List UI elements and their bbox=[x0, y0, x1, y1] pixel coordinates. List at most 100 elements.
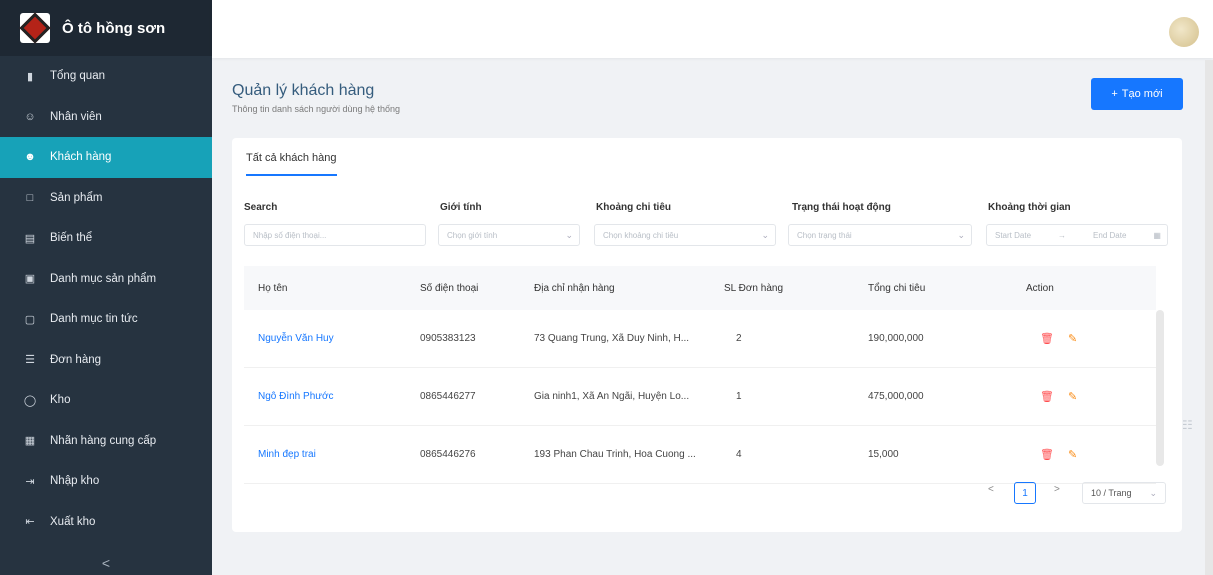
collapse-sidebar-button[interactable]: < bbox=[0, 555, 212, 571]
action-cell: 🗑 ✎ bbox=[1040, 448, 1077, 461]
sidebar-item-nhan-vien[interactable]: ☺ Nhân viên bbox=[0, 97, 212, 138]
time-label: Khoảng thời gian bbox=[988, 202, 1071, 213]
edit-icon[interactable]: ✎ bbox=[1068, 333, 1077, 345]
spend-select[interactable]: Chọn khoảng chi tiêu ⌄ bbox=[594, 224, 776, 246]
delete-icon[interactable]: 🗑 bbox=[1040, 333, 1054, 345]
orders-cell: 1 bbox=[736, 391, 742, 402]
sidebar: Ô tô hồng sơn ▮ Tổng quan ☺ Nhân viên ☻ … bbox=[0, 0, 212, 575]
page-size-value: 10 / Trang bbox=[1091, 488, 1132, 498]
edit-icon[interactable]: ✎ bbox=[1068, 449, 1077, 461]
sidebar-item-label: Danh mục sản phẩm bbox=[50, 272, 157, 285]
customer-name-link[interactable]: Ngô Đình Phước bbox=[258, 391, 334, 402]
chevron-down-icon: ⌄ bbox=[565, 229, 573, 240]
sidebar-item-danh-muc-tin-tuc[interactable]: ▢ Danh mục tin tức bbox=[0, 299, 212, 340]
brand-logo bbox=[19, 12, 51, 44]
sidebar-item-label: Danh mục tin tức bbox=[50, 313, 138, 326]
column-header: Tổng chi tiêu bbox=[868, 282, 926, 294]
action-cell: 🗑 ✎ bbox=[1040, 390, 1077, 403]
phone-cell: 0905383123 bbox=[420, 333, 476, 344]
page-scrollbar[interactable] bbox=[1205, 60, 1213, 575]
list-icon: ☰ bbox=[25, 354, 35, 367]
sidebar-item-label: Nhập kho bbox=[50, 475, 100, 488]
sidebar-item-xuat-kho[interactable]: ⇤ Xuất kho bbox=[0, 502, 212, 543]
sidebar-item-san-pham[interactable]: □ Sản phẩm bbox=[0, 178, 212, 219]
sidebar-item-label: Nhân viên bbox=[50, 110, 102, 123]
gender-select[interactable]: Chọn giới tính ⌄ bbox=[438, 224, 580, 246]
search-label: Search bbox=[244, 202, 278, 213]
tag-icon: ▦ bbox=[24, 435, 36, 448]
user-icon: ☺ bbox=[24, 110, 36, 123]
date-range-picker[interactable]: Start Date → End Date ▦ bbox=[986, 224, 1168, 246]
bar-chart-icon: ▮ bbox=[26, 70, 34, 83]
status-select[interactable]: Chọn trạng thái ⌄ bbox=[788, 224, 972, 246]
delete-icon[interactable]: 🗑 bbox=[1040, 391, 1054, 403]
sidebar-item-don-hang[interactable]: ☰ Đơn hàng bbox=[0, 340, 212, 381]
page-subtitle: Thông tin danh sách người dùng hệ thống bbox=[232, 104, 401, 114]
plus-icon: + bbox=[1111, 88, 1118, 100]
phone-cell: 0865446277 bbox=[420, 391, 476, 402]
create-button-label: Tạo mới bbox=[1121, 88, 1163, 100]
sidebar-item-danh-muc-san-pham[interactable]: ▣ Danh mục sản phẩm bbox=[0, 259, 212, 300]
end-date-placeholder: End Date bbox=[1093, 230, 1127, 240]
warehouse-icon: ◯ bbox=[23, 394, 37, 407]
edit-icon[interactable]: ✎ bbox=[1068, 391, 1077, 403]
brand-name: Ô tô hồng sơn bbox=[62, 19, 166, 37]
page-number-button[interactable]: 1 bbox=[1014, 482, 1036, 504]
customer-name-link[interactable]: Minh đẹp trai bbox=[258, 449, 316, 460]
prev-page-button[interactable]: < bbox=[988, 484, 994, 495]
page-size-select[interactable]: 10 / Trang ⌄ bbox=[1082, 482, 1166, 504]
status-placeholder: Chọn trạng thái bbox=[797, 230, 852, 240]
table-row: Nguyễn Văn Huy 0905383123 73 Quang Trung… bbox=[244, 310, 1156, 368]
folder-icon: ▣ bbox=[24, 273, 36, 286]
news-icon: ▢ bbox=[24, 313, 36, 326]
sidebar-item-label: Khách hàng bbox=[50, 151, 112, 164]
chevron-down-icon: ⌄ bbox=[1149, 487, 1157, 498]
sidebar-item-kho[interactable]: ◯ Kho bbox=[0, 380, 212, 421]
chevron-down-icon: ⌄ bbox=[761, 229, 769, 240]
tab-all-customers[interactable]: Tất cả khách hàng bbox=[246, 152, 337, 176]
sidebar-item-label: Đơn hàng bbox=[50, 353, 102, 366]
start-date-placeholder: Start Date bbox=[995, 230, 1032, 240]
action-cell: 🗑 ✎ bbox=[1040, 332, 1077, 345]
orders-cell: 4 bbox=[736, 449, 742, 460]
search-placeholder: Nhập số điện thoại... bbox=[253, 230, 327, 240]
next-page-button[interactable]: > bbox=[1054, 484, 1060, 495]
customer-card: Tất cả khách hàng Search Nhập số điện th… bbox=[232, 138, 1193, 532]
status-label: Trạng thái hoạt động bbox=[792, 202, 891, 213]
box-icon: □ bbox=[26, 191, 34, 204]
arrow-right-icon: → bbox=[1058, 230, 1067, 240]
column-settings-icon[interactable]: ☷ bbox=[1182, 418, 1196, 432]
import-icon: ⇥ bbox=[25, 475, 35, 488]
phone-cell: 0865446276 bbox=[420, 449, 476, 460]
sidebar-item-khach-hang[interactable]: ☻ Khách hàng bbox=[0, 137, 212, 178]
sidebar-item-tong-quan[interactable]: ▮ Tổng quan bbox=[0, 56, 212, 97]
create-button[interactable]: + Tạo mới bbox=[1091, 78, 1183, 110]
layers-icon: ▤ bbox=[24, 232, 36, 245]
chevron-down-icon: ⌄ bbox=[957, 229, 965, 240]
spend-label: Khoảng chi tiêu bbox=[596, 202, 671, 213]
table-scrollbar[interactable] bbox=[1156, 310, 1164, 466]
total-cell: 190,000,000 bbox=[868, 333, 924, 344]
brand[interactable]: Ô tô hồng sơn bbox=[0, 0, 212, 56]
customer-name-link[interactable]: Nguyễn Văn Huy bbox=[258, 333, 334, 344]
sidebar-item-label: Nhãn hàng cung cấp bbox=[50, 434, 157, 447]
avatar[interactable] bbox=[1169, 17, 1199, 47]
sidebar-item-label: Biến thể bbox=[50, 232, 93, 245]
column-header: Số điện thoại bbox=[420, 282, 479, 294]
table-row: Minh đẹp trai 0865446276 193 Phan Chau T… bbox=[244, 426, 1156, 484]
table-header: Họ tên Số điện thoại Địa chỉ nhận hàng S… bbox=[244, 266, 1156, 310]
calendar-icon: ▦ bbox=[1153, 230, 1161, 240]
sidebar-menu: ▮ Tổng quan ☺ Nhân viên ☻ Khách hàng □ S… bbox=[0, 56, 212, 542]
address-cell: 193 Phan Chau Trinh, Hoa Cuong ... bbox=[534, 449, 696, 460]
search-input[interactable]: Nhập số điện thoại... bbox=[244, 224, 426, 246]
delete-icon[interactable]: 🗑 bbox=[1040, 449, 1054, 461]
gender-placeholder: Chọn giới tính bbox=[447, 230, 498, 240]
sidebar-item-bien-the[interactable]: ▤ Biến thể bbox=[0, 218, 212, 259]
gender-label: Giới tính bbox=[440, 202, 482, 213]
sidebar-item-nhap-kho[interactable]: ⇥ Nhập kho bbox=[0, 461, 212, 502]
orders-cell: 2 bbox=[736, 333, 742, 344]
sidebar-item-label: Tổng quan bbox=[50, 70, 105, 83]
page-title: Quản lý khách hàng bbox=[232, 82, 375, 99]
address-cell: Gia ninh1, Xã An Ngãi, Huyện Lo... bbox=[534, 391, 690, 402]
sidebar-item-nhan-hang[interactable]: ▦ Nhãn hàng cung cấp bbox=[0, 421, 212, 462]
